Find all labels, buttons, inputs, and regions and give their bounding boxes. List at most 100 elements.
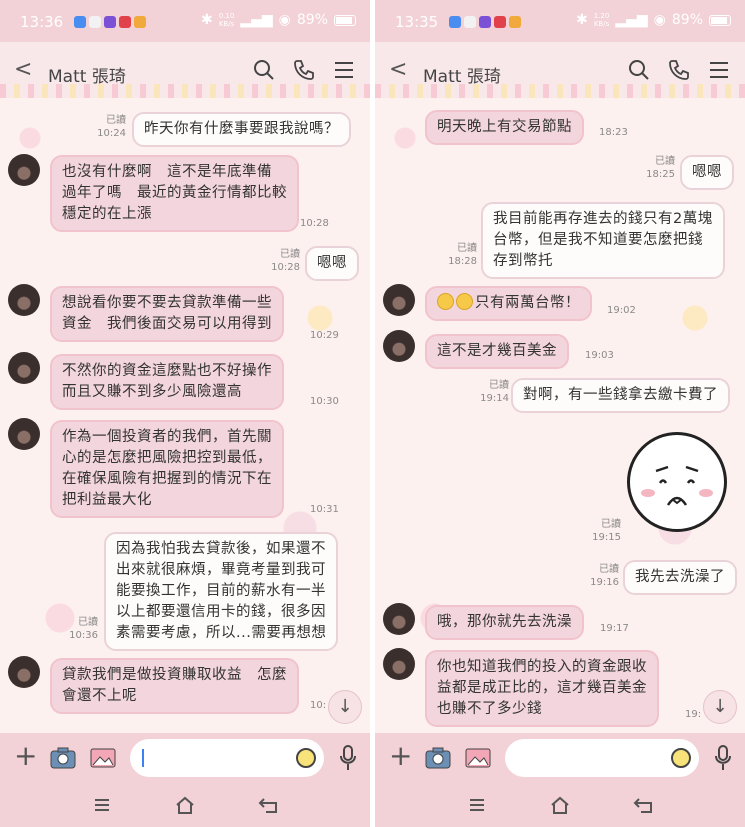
message-bubble-out[interactable]: 嗯嗯 bbox=[680, 155, 734, 190]
contact-avatar[interactable] bbox=[8, 418, 40, 450]
app-notification-icon bbox=[134, 16, 146, 28]
message-meta: 已讀 19:15 bbox=[581, 518, 621, 544]
sad-face-icon bbox=[641, 465, 713, 506]
message-bubble-out[interactable]: 嗯嗯 bbox=[305, 246, 359, 281]
message-time: 10:24 bbox=[97, 128, 126, 139]
contact-avatar[interactable] bbox=[8, 656, 40, 688]
back-nav-icon[interactable] bbox=[256, 793, 280, 817]
network-speed: 1.20 KB/s bbox=[594, 12, 610, 28]
read-receipt: 已讀 bbox=[655, 156, 675, 167]
mail-icon bbox=[464, 16, 476, 28]
network-speed-value: 0.10 bbox=[218, 12, 235, 20]
home-icon[interactable] bbox=[173, 793, 197, 817]
status-bar: 13:35 ✱ 1.20 KB/s ▂▄▆ ◉ 89% bbox=[375, 0, 745, 42]
contact-avatar[interactable] bbox=[383, 603, 415, 635]
message-bubble-in[interactable]: 只有兩萬台幣！ bbox=[425, 286, 592, 321]
message-bubble-out[interactable]: 因為我怕我去貸款後，如果還不 出來就很麻煩，畢竟考量到我可 能要換工作，目前的薪… bbox=[104, 532, 339, 651]
add-icon[interactable]: + bbox=[389, 741, 412, 771]
search-icon[interactable] bbox=[252, 58, 276, 82]
status-time: 13:36 bbox=[20, 13, 64, 31]
status-indicators: ✱ 0.10 KB/s ▂▄▆ ◉ 89% bbox=[201, 12, 356, 28]
message-meta: 已讀 10:36 bbox=[60, 616, 98, 642]
contact-avatar[interactable] bbox=[8, 284, 40, 316]
camera-icon[interactable] bbox=[50, 747, 76, 769]
message-bubble-in[interactable]: 哦，那你就先去洗澡 bbox=[425, 605, 584, 640]
mail-icon bbox=[89, 16, 101, 28]
network-speed-unit: KB/s bbox=[218, 20, 235, 28]
microphone-icon[interactable] bbox=[340, 745, 356, 771]
header-decoration bbox=[0, 84, 370, 98]
message-bubble-in[interactable]: 你也知道我們的投入的資金跟收 益都是成正比的，這才幾百美金 也賺不了多少錢 bbox=[425, 650, 659, 727]
message-bubble-out[interactable]: 我先去洗澡了 bbox=[623, 560, 737, 595]
contact-avatar[interactable] bbox=[383, 284, 415, 316]
message-bubble-in[interactable]: 也沒有什麼啊 這不是年底準備 過年了嗎 最近的黃金行情都比較 穩定的在上漲 bbox=[50, 155, 299, 232]
camera-icon[interactable] bbox=[425, 747, 451, 769]
emoji-icon[interactable] bbox=[296, 748, 316, 768]
notification-icons bbox=[74, 16, 146, 28]
app-notification-icon bbox=[119, 16, 131, 28]
contact-avatar[interactable] bbox=[383, 330, 415, 362]
search-icon[interactable] bbox=[627, 58, 651, 82]
menu-nav-icon[interactable] bbox=[465, 793, 489, 817]
scroll-to-bottom-button[interactable]: ↓ bbox=[703, 690, 737, 724]
message-bubble-in[interactable]: 不然你的資金這麼點也不好操作 而且又賺不到多少風險還高 bbox=[50, 354, 284, 410]
message-meta: 已讀 10:28 bbox=[262, 248, 300, 274]
message-list[interactable]: 已讀 10:24 昨天你有什麼事要跟我說嗎？ 也沒有什麼啊 這不是年底準備 過年… bbox=[0, 98, 370, 733]
message-bubble-in[interactable]: 貸款我們是做投資賺取收益 怎麼 會還不上呢 bbox=[50, 658, 299, 714]
message-time: 19:14 bbox=[480, 393, 509, 404]
back-button[interactable]: < bbox=[14, 59, 32, 81]
menu-icon[interactable] bbox=[332, 58, 356, 82]
emoji-icon[interactable] bbox=[671, 748, 691, 768]
app-notification-icon bbox=[104, 16, 116, 28]
image-icon[interactable] bbox=[465, 747, 491, 769]
contact-avatar[interactable] bbox=[383, 648, 415, 680]
text-cursor bbox=[142, 749, 144, 767]
back-nav-icon[interactable] bbox=[631, 793, 655, 817]
message-bubble-out[interactable]: 我目前能再存進去的錢只有2萬塊 台幣，但是我不知道要怎麼把錢 存到幣托 bbox=[481, 202, 725, 279]
image-icon[interactable] bbox=[90, 747, 116, 769]
status-bar: 13:36 ✱ 0.10 KB/s ▂▄▆ ◉ 89% bbox=[0, 0, 370, 42]
menu-nav-icon[interactable] bbox=[90, 793, 114, 817]
message-bubble-in[interactable]: 想說看你要不要去貸款準備一些 資金 我們後面交易可以用得到 bbox=[50, 286, 284, 342]
menu-icon[interactable] bbox=[707, 58, 731, 82]
message-time: 19:16 bbox=[590, 577, 619, 588]
eye-comfort-icon: ◉ bbox=[278, 12, 291, 28]
message-time: 18:25 bbox=[646, 169, 675, 180]
read-receipt: 已讀 bbox=[457, 243, 477, 254]
message-time: 19:03 bbox=[585, 350, 614, 361]
message-input[interactable] bbox=[505, 739, 699, 777]
signal-icon: ▂▄▆ bbox=[615, 12, 648, 28]
microphone-icon[interactable] bbox=[715, 745, 731, 771]
message-input[interactable] bbox=[130, 739, 324, 777]
message-list[interactable]: 明天晚上有交易節點 18:23 已讀 18:25 嗯嗯 已讀 18:28 我目前… bbox=[375, 98, 745, 733]
contact-avatar[interactable] bbox=[8, 352, 40, 384]
rofl-emoji-icon bbox=[456, 293, 473, 310]
message-time: 10:28 bbox=[271, 262, 300, 273]
signal-icon: ▂▄▆ bbox=[240, 12, 273, 28]
message-bubble-in[interactable]: 作為一個投資者的我們，首先關 心的是怎麼把風險把控到最低， 在確保風險有把握到的… bbox=[50, 420, 284, 518]
message-meta: 已讀 19:16 bbox=[581, 563, 619, 589]
add-icon[interactable]: + bbox=[14, 741, 37, 771]
message-meta: 已讀 18:25 bbox=[635, 155, 675, 181]
message-bubble-out[interactable]: 昨天你有什麼事要跟我說嗎？ bbox=[132, 112, 351, 147]
message-time: 19:02 bbox=[607, 305, 636, 316]
read-receipt: 已讀 bbox=[599, 564, 619, 575]
sad-face-sticker[interactable] bbox=[627, 432, 727, 532]
phone-call-icon[interactable] bbox=[292, 58, 316, 82]
contact-avatar[interactable] bbox=[8, 154, 40, 186]
message-bubble-in[interactable]: 明天晚上有交易節點 bbox=[425, 110, 584, 145]
message-time: 10:31 bbox=[310, 504, 339, 515]
input-bar: + bbox=[375, 733, 745, 783]
phone-call-icon[interactable] bbox=[667, 58, 691, 82]
message-bubble-out[interactable]: 對啊，有一些錢拿去繳卡費了 bbox=[511, 378, 730, 413]
bluetooth-icon: ✱ bbox=[201, 12, 213, 28]
battery-percent: 89% bbox=[296, 12, 328, 28]
battery-icon bbox=[334, 14, 356, 26]
message-time: 18:23 bbox=[599, 127, 628, 138]
message-time: 19:17 bbox=[600, 623, 629, 634]
message-bubble-in[interactable]: 這不是才幾百美金 bbox=[425, 334, 569, 369]
home-icon[interactable] bbox=[548, 793, 572, 817]
scroll-to-bottom-button[interactable]: ↓ bbox=[328, 690, 362, 724]
eye-comfort-icon: ◉ bbox=[653, 12, 666, 28]
back-button[interactable]: < bbox=[389, 59, 407, 81]
